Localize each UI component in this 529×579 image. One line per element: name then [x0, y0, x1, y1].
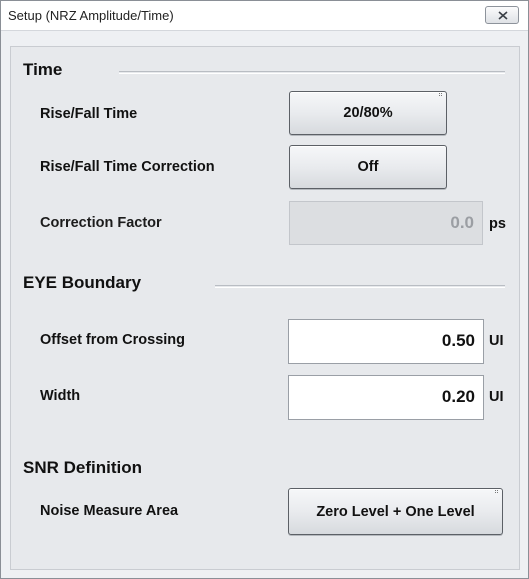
noise-measure-area-value: Zero Level + One Level: [316, 503, 475, 520]
width-unit: UI: [489, 389, 504, 405]
section-divider-time: [119, 71, 505, 74]
close-button[interactable]: [485, 6, 519, 24]
close-icon: [498, 11, 508, 20]
title-bar: Setup (NRZ Amplitude/Time): [1, 1, 528, 31]
rise-fall-time-label: Rise/Fall Time: [40, 106, 138, 122]
window-title: Setup (NRZ Amplitude/Time): [8, 8, 174, 23]
noise-measure-area-label: Noise Measure Area: [40, 503, 179, 519]
section-title-snr-definition: SNR Definition: [23, 458, 142, 477]
section-title-eye-boundary: EYE Boundary: [23, 273, 142, 292]
rise-fall-time-button[interactable]: 20/80%: [289, 91, 447, 135]
rise-fall-time-value: 20/80%: [343, 105, 393, 121]
dropdown-indicator-icon: [439, 93, 443, 96]
correction-factor-unit: ps: [489, 216, 506, 232]
rise-fall-correction-label: Rise/Fall Time Correction: [40, 159, 215, 175]
settings-panel: Time Rise/Fall Time 20/80% Rise/Fall Tim…: [10, 46, 520, 570]
setup-dialog: Setup (NRZ Amplitude/Time) Time Rise/Fal…: [0, 0, 529, 579]
rise-fall-correction-button[interactable]: Off: [289, 145, 447, 189]
section-title-time: Time: [23, 60, 63, 79]
width-label: Width: [40, 388, 81, 404]
offset-from-crossing-label: Offset from Crossing: [40, 332, 186, 348]
noise-measure-area-button[interactable]: Zero Level + One Level: [288, 488, 503, 535]
offset-from-crossing-field[interactable]: 0.50: [288, 319, 484, 364]
section-divider-eye-boundary: [215, 285, 505, 288]
dropdown-indicator-icon: [495, 490, 499, 493]
offset-unit: UI: [489, 333, 504, 349]
rise-fall-correction-value: Off: [357, 159, 379, 175]
correction-factor-label: Correction Factor: [40, 215, 162, 231]
width-field[interactable]: 0.20: [288, 375, 484, 420]
correction-factor-field: 0.0: [289, 201, 483, 245]
